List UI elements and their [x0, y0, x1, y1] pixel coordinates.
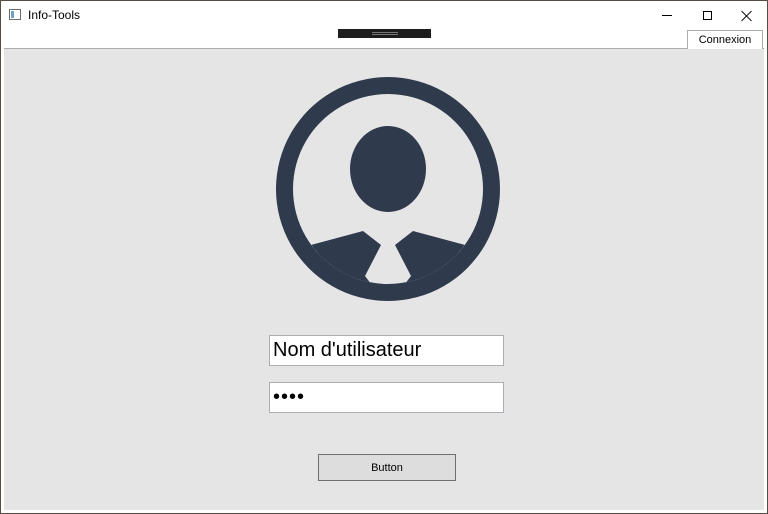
password-field[interactable]: [269, 382, 504, 413]
submit-button[interactable]: Button: [318, 454, 456, 481]
app-window-icon: [9, 9, 21, 20]
window-title: Info-Tools: [28, 8, 81, 22]
minimize-button[interactable]: [647, 1, 687, 30]
user-avatar-icon: [276, 77, 500, 301]
grip-icon: [372, 32, 398, 35]
collapsed-toolbar-handle[interactable]: [338, 29, 431, 38]
app-window: Info-Tools Connexion Nom d'utilisateur B…: [0, 0, 768, 514]
close-icon: [741, 10, 753, 22]
maximize-icon: [702, 11, 712, 20]
close-button[interactable]: [727, 1, 767, 30]
maximize-button[interactable]: [687, 1, 727, 30]
tab-connexion[interactable]: Connexion: [687, 30, 763, 49]
minimize-icon: [662, 15, 672, 16]
username-field[interactable]: [269, 335, 504, 366]
title-bar[interactable]: Info-Tools: [1, 1, 767, 30]
login-panel: Button: [4, 48, 764, 510]
